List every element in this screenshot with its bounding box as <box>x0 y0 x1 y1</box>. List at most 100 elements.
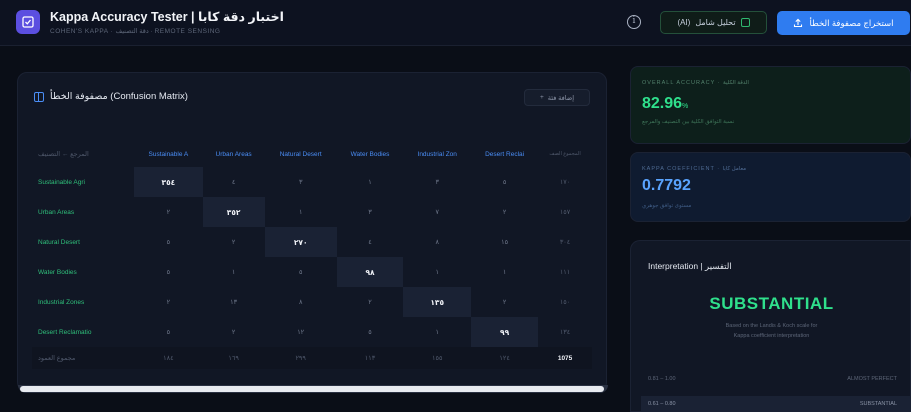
matrix-cell[interactable]: ٢ <box>134 287 202 317</box>
interpretation-title: Interpretation | التفسير <box>648 261 732 271</box>
plus-icon: + <box>539 94 544 101</box>
matrix-corner-label: المرجع ← التصنيف <box>38 151 89 158</box>
horizontal-scrollbar[interactable] <box>18 385 608 393</box>
kappa-coefficient-card: KAPPA COEFFICIENT · معامل كابا 0.7792 مس… <box>630 152 911 222</box>
table-row: Water Bodies ٥ ١ ٥ ٩٨ ١ ١ ١١١ <box>32 257 592 287</box>
matrix-cell[interactable]: ٣ <box>265 167 337 197</box>
matrix-cell[interactable]: ١٢ <box>265 317 337 347</box>
column-header[interactable]: Natural Desert <box>265 141 337 167</box>
app-header: Kappa Accuracy Tester | اختبار دقة كابا … <box>0 0 911 46</box>
scale-row-active: 0.61 – 0.80 SUBSTANTIAL <box>648 401 897 407</box>
matrix-cell[interactable]: ٢ <box>471 287 538 317</box>
add-class-button[interactable]: + إضافة فئة <box>524 89 590 106</box>
matrix-cell[interactable]: ٣٥٢ <box>202 197 265 227</box>
row-total-header: المجموع الصف <box>549 151 581 157</box>
accuracy-value: 82.96 <box>642 95 683 112</box>
row-total: ١١١ <box>559 269 571 276</box>
scale-range: 0.81 – 1.00 <box>648 376 676 382</box>
matrix-cell[interactable]: ٤ <box>203 167 265 197</box>
matrix-cell[interactable]: ١ <box>403 317 471 347</box>
matrix-cell[interactable]: ٥ <box>265 257 337 287</box>
ai-analysis-button[interactable]: (AI) تحليل شامل <box>660 11 767 34</box>
column-total: ١٢٤ <box>471 347 539 369</box>
interpretation-card: Interpretation | التفسير SUBSTANTIAL Bas… <box>630 240 911 412</box>
column-total: ١١٣ <box>336 347 404 369</box>
row-label: Water Bodies <box>38 268 77 276</box>
column-total: ١٦٩ <box>202 347 265 369</box>
matrix-cell[interactable]: ٥ <box>134 317 202 347</box>
kappa-label: KAPPA COEFFICIENT · معامل كابا <box>642 166 747 172</box>
matrix-title-text: مصفوفة الخطأ (Confusion Matrix) <box>50 91 188 102</box>
matrix-cell[interactable]: ٣ <box>337 197 404 227</box>
matrix-cell[interactable]: ٥ <box>471 167 538 197</box>
scrollbar-thumb[interactable] <box>20 386 604 392</box>
app-logo-icon <box>16 10 40 34</box>
ai-badge: (AI) <box>677 18 691 27</box>
matrix-cell[interactable]: ٩٩ <box>471 317 539 347</box>
matrix-cell[interactable]: ٣٥٤ <box>134 167 203 197</box>
matrix-cell[interactable]: ٧ <box>403 197 471 227</box>
matrix-cell[interactable]: ٥ <box>134 227 202 257</box>
info-icon[interactable]: i <box>627 15 641 29</box>
scale-label: ALMOST PERFECT <box>847 376 897 382</box>
matrix-cell[interactable]: ٨ <box>403 227 471 257</box>
app-title: Kappa Accuracy Tester | اختبار دقة كابا <box>50 10 284 24</box>
matrix-cell[interactable]: ٤ <box>337 227 404 257</box>
column-header[interactable]: Industrial Zon <box>403 141 471 167</box>
matrix-cell[interactable]: ١٣ <box>203 287 265 317</box>
agreement-level: SUBSTANTIAL <box>709 294 834 313</box>
matrix-cell[interactable]: ٩٨ <box>336 257 404 287</box>
matrix-cell[interactable]: ٢ <box>337 287 404 317</box>
column-total: ٢٩٩ <box>264 347 337 369</box>
column-header[interactable]: Urban Areas <box>203 141 265 167</box>
app-subtitle: COHEN'S KAPPA · دقة التصنيف · REMOTE SEN… <box>50 28 221 35</box>
row-label: Sustainable Agri <box>38 178 85 186</box>
column-total: ١٥٥ <box>403 347 472 369</box>
matrix-cell[interactable]: ١٣٥ <box>403 287 472 317</box>
matrix-cell[interactable]: ٥ <box>337 317 404 347</box>
row-label: Industrial Zones <box>38 298 85 306</box>
table-row: Sustainable Agri ٣٥٤ ٤ ٣ ١ ٣ ٥ ١٧٠ <box>32 167 592 197</box>
matrix-cell[interactable]: ٨ <box>265 287 337 317</box>
kappa-subtext: مستوى توافق جوهري <box>642 203 692 209</box>
table-row: Urban Areas ٢ ٣٥٢ ١ ٣ ٧ ٢ ١٥٧ <box>32 197 592 227</box>
matrix-cell[interactable]: ٢ <box>203 227 265 257</box>
sparkle-icon <box>740 18 750 27</box>
matrix-cell[interactable]: ١ <box>403 257 471 287</box>
row-total: ١٧٠ <box>559 179 571 186</box>
row-label: Desert Reclamatio <box>38 328 92 336</box>
accuracy-label: OVERALL ACCURACY · الدقة الكلية <box>642 80 749 86</box>
ai-analysis-label: تحليل شامل <box>695 18 736 27</box>
matrix-cell[interactable]: ٢ <box>134 197 202 227</box>
matrix-cell[interactable]: ٢٧٠ <box>264 227 337 257</box>
totals-label: مجموع العمود <box>32 347 135 369</box>
interpretation-description: Based on the Landis & Koch scale for Kap… <box>631 321 911 341</box>
table-row: Natural Desert ٥ ٢ ٢٧٠ ٤ ٨ ١٥ ٣٠٤ <box>32 227 592 257</box>
column-header[interactable]: Desert Reclai <box>471 141 538 167</box>
row-label: Natural Desert <box>38 238 80 246</box>
matrix-cell[interactable]: ٥ <box>134 257 202 287</box>
kappa-value: 0.7792 <box>642 177 691 194</box>
matrix-cell[interactable]: ١ <box>265 197 337 227</box>
accuracy-unit: % <box>682 103 689 110</box>
matrix-cell[interactable]: ١ <box>203 257 265 287</box>
matrix-cell[interactable]: ١٥ <box>471 227 538 257</box>
scale-label: SUBSTANTIAL <box>859 401 897 407</box>
column-total: ١٨٤ <box>134 347 203 369</box>
matrix-cell[interactable]: ٢ <box>471 197 538 227</box>
matrix-cell[interactable]: ٣ <box>403 167 471 197</box>
confusion-matrix-panel: مصفوفة الخطأ (Confusion Matrix) + إضافة … <box>17 72 608 393</box>
matrix-cell[interactable]: ٢ <box>203 317 265 347</box>
table-row: Industrial Zones ٢ ١٣ ٨ ٢ ١٣٥ ٢ ١٥٠ <box>32 287 592 317</box>
add-class-label: إضافة فئة <box>547 94 575 102</box>
matrix-panel-title: مصفوفة الخطأ (Confusion Matrix) <box>34 91 188 102</box>
accuracy-subtext: نسبة التوافق الكلية بين التصنيف والمرجع <box>642 119 735 125</box>
export-matrix-button[interactable]: استخراج مصفوفة الخطأ <box>777 11 910 35</box>
row-total: ١٣٤ <box>559 329 571 336</box>
matrix-cell[interactable]: ١ <box>471 257 538 287</box>
scale-row: 0.81 – 1.00 ALMOST PERFECT <box>648 376 897 382</box>
column-header[interactable]: Sustainable A <box>134 141 202 167</box>
column-header[interactable]: Water Bodies <box>337 141 404 167</box>
matrix-cell[interactable]: ١ <box>337 167 404 197</box>
confusion-matrix-table: المرجع ← التصنيف Sustainable A Urban Are… <box>32 141 592 369</box>
